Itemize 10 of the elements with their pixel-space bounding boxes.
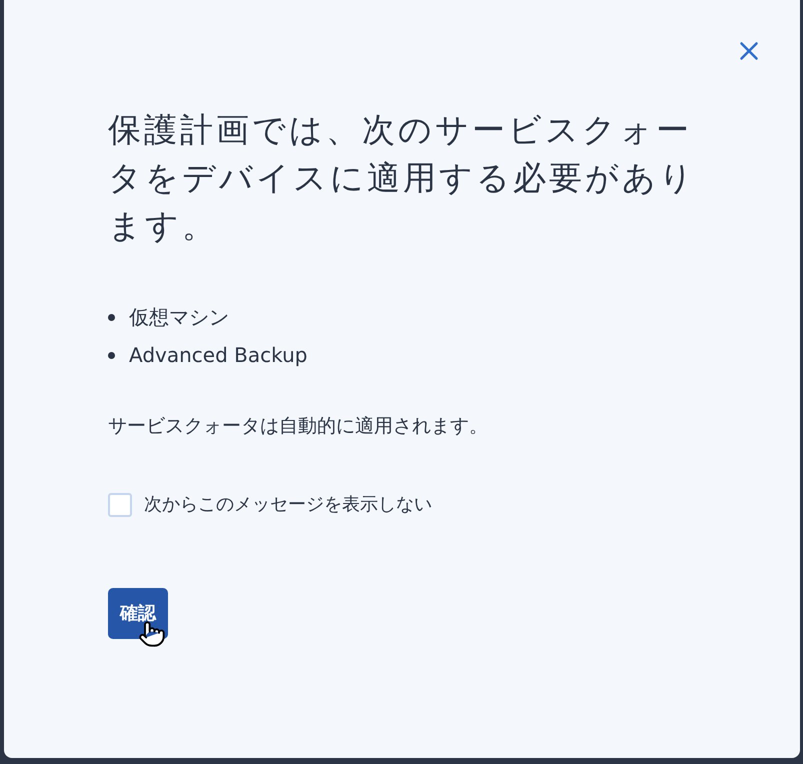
hand-cursor-icon <box>138 620 166 648</box>
info-text: サービスクォータは自動的に適用されます。 <box>108 414 489 439</box>
bullet-icon <box>108 352 115 358</box>
confirm-button[interactable]: 確認 <box>108 588 168 639</box>
checkbox-label: 次からこのメッセージを表示しない <box>144 493 432 517</box>
checkbox[interactable] <box>108 493 132 517</box>
bullet-icon <box>108 314 115 320</box>
list-item: 仮想マシン <box>129 304 229 331</box>
dialog-title: 保護計画では、次のサービスクォータをデバイスに適用する必要があります。 <box>108 109 697 247</box>
list-item: Advanced Backup <box>129 342 308 369</box>
